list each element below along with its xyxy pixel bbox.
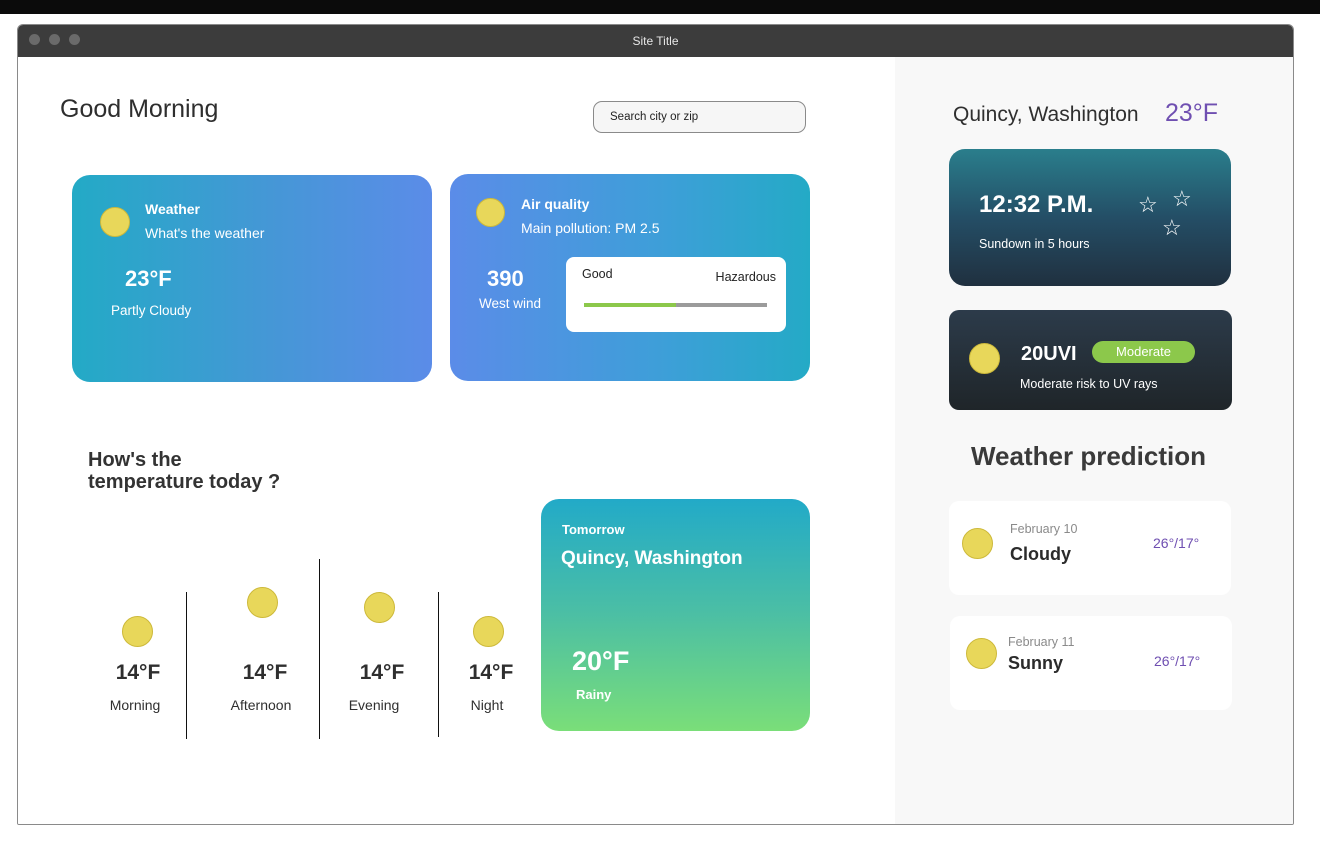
period-divider (438, 592, 439, 737)
air-quality-value: 390 (487, 266, 524, 291)
period-label-morning: Morning (109, 697, 161, 713)
prediction-range: 26°/17° (1153, 535, 1200, 551)
sun-icon (962, 528, 993, 559)
air-quality-scale: Good Hazardous (566, 257, 786, 332)
greeting-heading: Good Morning (60, 95, 219, 123)
today-heading-line1: How's the (88, 449, 182, 471)
window-titlebar: Site Title (18, 25, 1293, 57)
sun-icon (476, 198, 505, 227)
uv-card[interactable]: 20UVI Moderate Moderate risk to UV rays (949, 310, 1232, 410)
sun-icon (364, 592, 395, 623)
air-quality-bar-fill (584, 303, 676, 307)
uv-value: 20UVI (1021, 343, 1077, 365)
main-panel: Good Morning Search city or zip Weather … (18, 57, 895, 824)
air-quality-card[interactable]: Air quality Main pollution: PM 2.5 390 W… (450, 174, 810, 381)
sun-icon (969, 343, 1000, 374)
sun-icon (247, 587, 278, 618)
air-quality-subtitle: Main pollution: PM 2.5 (521, 220, 660, 236)
weather-card-subtitle: What's the weather (145, 225, 265, 241)
tomorrow-label: Tomorrow (562, 522, 625, 537)
prediction-card[interactable]: February 10 Cloudy 26°/17° (949, 501, 1231, 595)
tomorrow-temp: 20°F (572, 646, 630, 676)
scale-high-label: Hazardous (715, 270, 776, 284)
prediction-range: 26°/17° (1154, 653, 1201, 669)
air-quality-wind: West wind (479, 296, 542, 311)
period-divider (319, 559, 320, 739)
prediction-condition: Sunny (1008, 653, 1064, 673)
period-label-night: Night (470, 697, 504, 713)
period-label-evening: Evening (348, 697, 400, 713)
sun-icon (122, 616, 153, 647)
today-heading: How's the temperature today ? (88, 449, 280, 493)
prediction-date: February 11 (1008, 635, 1075, 649)
clock-time: 12:32 P.M. (979, 191, 1094, 218)
sidebar-temp: 23°F (1165, 99, 1219, 127)
weather-card-temp: 23°F (125, 266, 172, 291)
period-label-afternoon: Afternoon (230, 697, 292, 713)
sidebar-location: Quincy, Washington (953, 103, 1139, 126)
weather-card[interactable]: Weather What's the weather 23°F Partly C… (72, 175, 432, 382)
prediction-condition: Cloudy (1010, 544, 1071, 564)
app-window: Site Title Good Morning Search city or z… (17, 24, 1294, 825)
search-input[interactable]: Search city or zip (593, 101, 806, 133)
today-heading-line2: temperature today ? (88, 471, 281, 493)
prediction-card[interactable]: February 11 Sunny 26°/17° (950, 616, 1232, 710)
sun-icon (966, 638, 997, 669)
air-quality-title: Air quality (521, 196, 590, 212)
weather-card-condition: Partly Cloudy (111, 303, 192, 318)
sidebar: Quincy, Washington 23°F 12:32 P.M. Sundo… (895, 57, 1293, 824)
window-title: Site Title (632, 34, 679, 48)
star-icon: ☆ (1172, 186, 1192, 211)
tomorrow-location: Quincy, Washington (561, 548, 743, 569)
sundown-text: Sundown in 5 hours (979, 237, 1090, 251)
star-icon: ☆ (1162, 215, 1182, 240)
star-icon: ☆ (1138, 192, 1158, 217)
tomorrow-card[interactable]: Tomorrow Quincy, Washington 20°F Rainy (541, 499, 810, 731)
sun-icon (473, 616, 504, 647)
sun-icon (100, 207, 130, 237)
tomorrow-condition: Rainy (576, 687, 612, 702)
period-temp-night: 14°F (468, 661, 514, 684)
scale-low-label: Good (582, 267, 613, 281)
clock-card[interactable]: 12:32 P.M. Sundown in 5 hours ☆ ☆ ☆ (949, 149, 1231, 286)
weather-card-title: Weather (145, 201, 200, 217)
screen-top-bar (0, 0, 1320, 14)
period-temp-morning: 14°F (115, 661, 161, 684)
air-quality-bar (584, 303, 767, 307)
uv-note: Moderate risk to UV rays (1020, 377, 1158, 391)
period-temp-evening: 14°F (359, 661, 405, 684)
prediction-date: February 10 (1010, 522, 1078, 536)
uv-status-badge: Moderate (1092, 341, 1195, 363)
prediction-title: Weather prediction (970, 441, 1206, 471)
period-divider (186, 592, 187, 739)
period-temp-afternoon: 14°F (242, 661, 288, 684)
